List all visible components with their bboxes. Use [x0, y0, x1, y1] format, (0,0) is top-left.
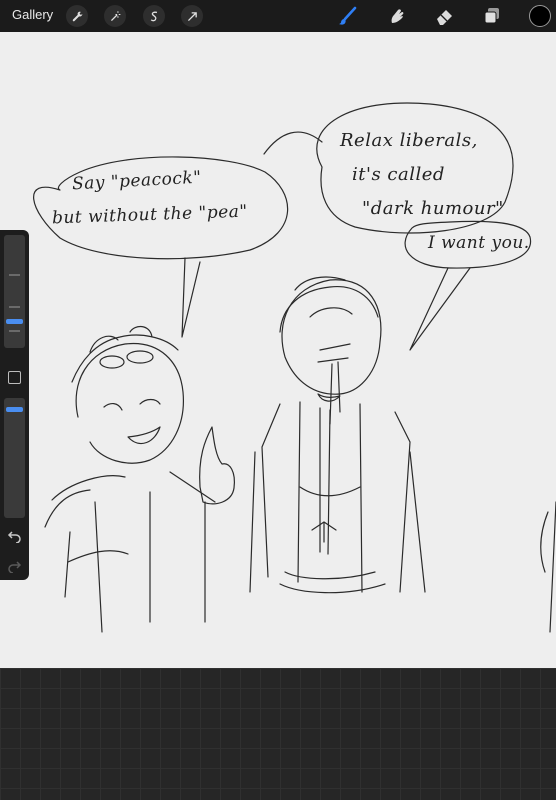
- brush-icon: [339, 6, 357, 25]
- wrench-icon: [72, 11, 82, 21]
- smudge-tool-button[interactable]: [386, 5, 408, 27]
- layers-icon: [484, 8, 499, 24]
- sketch-artwork: [33, 102, 556, 633]
- layers-button[interactable]: [481, 5, 503, 27]
- adjustments-button[interactable]: [104, 5, 126, 27]
- smudge-icon: [391, 9, 404, 23]
- slider-tick: [9, 330, 20, 332]
- brush-size-slider[interactable]: [4, 235, 25, 348]
- actions-wrench-button[interactable]: [66, 5, 88, 27]
- eraser-icon: [437, 10, 452, 25]
- bubble-2-line-3: "dark humour": [362, 198, 504, 219]
- slider-tick: [9, 306, 20, 308]
- eraser-tool-button[interactable]: [434, 5, 456, 27]
- transform-arrow-icon: [187, 11, 197, 21]
- gallery-button[interactable]: Gallery: [12, 7, 53, 22]
- transform-button[interactable]: [181, 5, 203, 27]
- bubble-2-line-2: it's called: [352, 164, 445, 185]
- bubble-3-line-1: I want you.: [428, 233, 530, 253]
- top-toolbar: Gallery: [0, 0, 556, 32]
- opacity-handle[interactable]: [6, 407, 23, 412]
- brush-size-handle[interactable]: [6, 319, 23, 324]
- drawing-canvas[interactable]: Say "peacock" but without the "pea" Rela…: [0, 32, 556, 668]
- undo-icon[interactable]: [7, 528, 22, 543]
- left-sidebar: [0, 230, 29, 580]
- selection-button[interactable]: [143, 5, 165, 27]
- slider-tick: [9, 274, 20, 276]
- bubble-2-line-1: Relax liberals,: [340, 130, 478, 151]
- selection-icon: [150, 11, 157, 21]
- modify-button[interactable]: [8, 371, 21, 384]
- redo-icon[interactable]: [7, 558, 22, 573]
- magic-wand-icon: [110, 10, 120, 21]
- color-swatch-button[interactable]: [529, 5, 551, 27]
- opacity-slider[interactable]: [4, 398, 25, 518]
- brush-tool-button[interactable]: [337, 5, 359, 27]
- canvas-backdrop: [0, 668, 556, 800]
